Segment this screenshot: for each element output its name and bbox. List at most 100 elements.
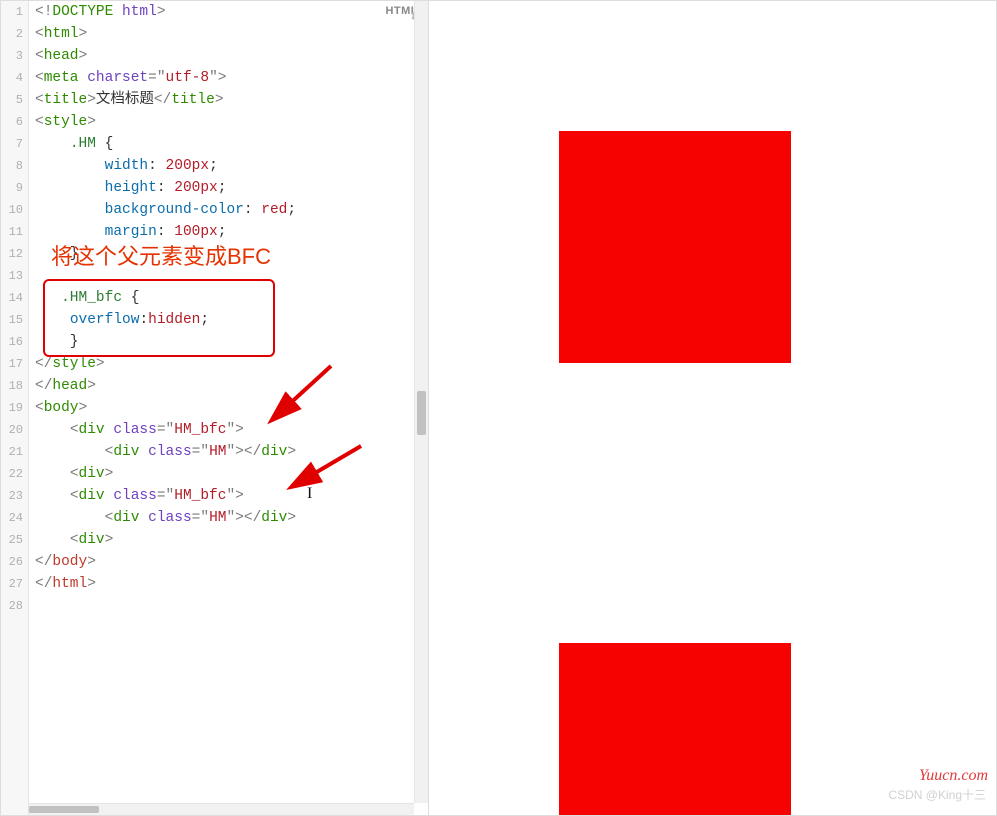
code-content[interactable]: <head> <box>29 45 87 67</box>
code-line[interactable]: 9 height: 200px; <box>1 177 428 199</box>
token-punc: < <box>35 48 44 64</box>
line-number: 11 <box>1 221 29 243</box>
token-punc: > <box>87 554 96 570</box>
token-punc: "> <box>226 422 243 438</box>
token-punc: > <box>105 532 114 548</box>
code-line[interactable]: 20 <div class="HM_bfc"> <box>1 419 428 441</box>
token-prop: width <box>105 158 149 174</box>
line-number: 2 <box>1 23 29 45</box>
code-editor-panel[interactable]: HTML 1<!DOCTYPE html>2<html>3<head>4<met… <box>1 1 429 815</box>
code-line[interactable]: 1<!DOCTYPE html> <box>1 1 428 23</box>
code-content[interactable]: background-color: red; <box>29 199 296 221</box>
token-punc: "></ <box>226 510 261 526</box>
vertical-scrollbar[interactable] <box>414 1 428 803</box>
code-content[interactable]: width: 200px; <box>29 155 218 177</box>
code-line[interactable]: 21 <div class="HM"></div> <box>1 441 428 463</box>
code-content[interactable]: <div> <box>29 463 113 485</box>
code-line[interactable]: 4<meta charset="utf-8"> <box>1 67 428 89</box>
token-tag: DOCTYPE <box>52 4 113 20</box>
code-line[interactable]: 18</head> <box>1 375 428 397</box>
code-content[interactable]: height: 200px; <box>29 177 226 199</box>
token-prop: height <box>105 180 157 196</box>
token-tag: div <box>113 444 139 460</box>
line-number: 22 <box>1 463 29 485</box>
token-text <box>35 466 70 482</box>
code-line[interactable]: 24 <div class="HM"></div> <box>1 507 428 529</box>
token-text <box>35 224 105 240</box>
code-content[interactable]: <style> <box>29 111 96 133</box>
token-punc: > <box>87 576 96 592</box>
token-close: html <box>52 576 87 592</box>
code-line[interactable]: 23 <div class="HM_bfc"> <box>1 485 428 507</box>
token-punc: > <box>157 4 166 20</box>
token-tag: div <box>113 510 139 526</box>
line-number: 28 <box>1 595 29 617</box>
code-line[interactable]: 26</body> <box>1 551 428 573</box>
line-number: 7 <box>1 133 29 155</box>
code-content[interactable]: .HM { <box>29 133 113 155</box>
preview-output <box>429 1 996 815</box>
token-punc: > <box>87 92 96 108</box>
code-content[interactable]: </head> <box>29 375 96 397</box>
token-punc: "> <box>209 70 226 86</box>
code-content[interactable]: <title>文档标题</title> <box>29 89 224 111</box>
code-content[interactable]: <!DOCTYPE html> <box>29 1 166 23</box>
token-punc: < <box>35 92 44 108</box>
token-attr: class <box>113 488 157 504</box>
token-punc: </ <box>35 356 52 372</box>
token-punc: > <box>215 92 224 108</box>
code-content[interactable]: <html> <box>29 23 87 45</box>
token-val: HM <box>209 444 226 460</box>
code-content[interactable]: </body> <box>29 551 96 573</box>
token-text: ; <box>218 180 227 196</box>
code-content[interactable]: <meta charset="utf-8"> <box>29 67 226 89</box>
token-tag: div <box>79 532 105 548</box>
code-content[interactable]: <div class="HM"></div> <box>29 507 296 529</box>
code-content[interactable]: <div class="HM_bfc"> <box>29 419 244 441</box>
line-number: 27 <box>1 573 29 595</box>
token-tag: style <box>52 356 96 372</box>
line-number: 23 <box>1 485 29 507</box>
token-attr: class <box>113 422 157 438</box>
line-number: 20 <box>1 419 29 441</box>
code-content[interactable]: </html> <box>29 573 96 595</box>
token-tag: style <box>44 114 88 130</box>
token-prop: margin <box>105 224 157 240</box>
code-line[interactable]: 27</html> <box>1 573 428 595</box>
token-punc: =" <box>148 70 165 86</box>
code-line[interactable]: 22 <div> <box>1 463 428 485</box>
scroll-thumb[interactable] <box>417 391 426 435</box>
token-attr: charset <box>87 70 148 86</box>
code-line[interactable]: 19<body> <box>1 397 428 419</box>
horizontal-scrollbar[interactable] <box>29 803 414 815</box>
token-text <box>35 202 105 218</box>
token-punc: < <box>35 70 44 86</box>
line-number: 3 <box>1 45 29 67</box>
code-content[interactable]: <div class="HM"></div> <box>29 441 296 463</box>
line-number: 1 <box>1 1 29 23</box>
code-line[interactable]: 5<title>文档标题</title> <box>1 89 428 111</box>
token-tag: head <box>52 378 87 394</box>
code-line[interactable]: 8 width: 200px; <box>1 155 428 177</box>
line-number: 13 <box>1 265 29 287</box>
token-punc: </ <box>35 576 52 592</box>
token-punc: "></ <box>226 444 261 460</box>
code-content[interactable]: <div class="HM_bfc"> <box>29 485 244 507</box>
code-line[interactable]: 3<head> <box>1 45 428 67</box>
line-number: 17 <box>1 353 29 375</box>
code-line[interactable]: 28 <box>1 595 428 617</box>
code-line[interactable]: 6<style> <box>1 111 428 133</box>
token-val: HM <box>209 510 226 526</box>
code-line[interactable]: 25 <div> <box>1 529 428 551</box>
code-line[interactable]: 2<html> <box>1 23 428 45</box>
code-line[interactable]: 7 .HM { <box>1 133 428 155</box>
line-number: 26 <box>1 551 29 573</box>
line-number: 15 <box>1 309 29 331</box>
token-punc: > <box>287 510 296 526</box>
code-content[interactable]: <body> <box>29 397 87 419</box>
scroll-thumb[interactable] <box>29 806 99 813</box>
token-punc: > <box>287 444 296 460</box>
code-content[interactable]: <div> <box>29 529 113 551</box>
line-number: 16 <box>1 331 29 353</box>
code-line[interactable]: 10 background-color: red; <box>1 199 428 221</box>
